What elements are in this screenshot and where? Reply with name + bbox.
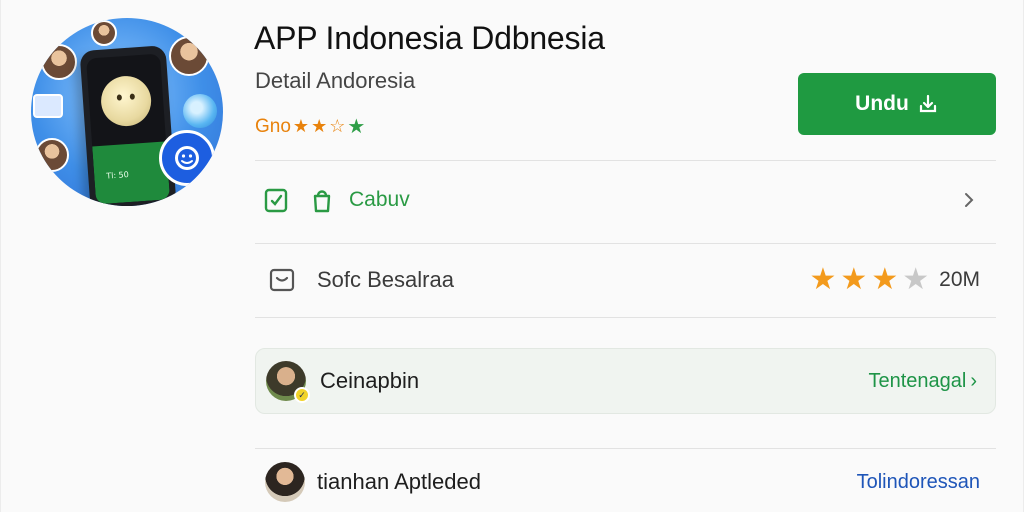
download-icon (919, 94, 936, 113)
rating-card-icon (269, 268, 295, 292)
star-icon: ★ (292, 116, 310, 136)
app-icon: Tl: 50 (31, 18, 223, 206)
collage-avatar (91, 20, 117, 46)
app-title: APP Indonesia Ddbnesia (254, 20, 605, 56)
app-size: 20M (939, 268, 980, 291)
rating-summary: Gno ★ ★ ☆ ★ (255, 114, 365, 139)
collage-avatar (35, 138, 69, 172)
globe-icon (183, 94, 217, 128)
related-row[interactable]: tianhan Aptleded Tolindoressan (255, 458, 996, 506)
divider (255, 448, 996, 449)
rating-text: Gno (255, 115, 291, 137)
app-detail-page: Tl: 50 APP Indonesia Ddbnesia Detail And… (0, 0, 1024, 512)
smiley-face-icon (99, 74, 153, 128)
chevron-right-icon (965, 193, 974, 207)
star-icon: ★ (840, 263, 868, 296)
collage-avatar (169, 36, 209, 76)
category-row[interactable]: Cabuv (255, 172, 996, 228)
related-name: tianhan Aptleded (317, 469, 481, 494)
avatar (265, 462, 305, 502)
category-label: Cabuv (349, 188, 410, 211)
tablet-icon (264, 188, 288, 213)
verified-badge-icon: ✓ (294, 387, 310, 403)
star-rating: ★ ★ ★ ★ (810, 265, 930, 295)
star-icon: ★ (311, 116, 328, 136)
info-label: Sofc Besalraa (317, 267, 454, 292)
chat-bubble-icon (159, 130, 215, 186)
developer-link[interactable]: Tentenagal › (868, 370, 977, 393)
divider (255, 243, 996, 244)
related-link[interactable]: Tolindoressan (857, 471, 980, 494)
star-outline-icon: ☆ (329, 116, 346, 136)
chat-card-icon (33, 94, 63, 118)
info-row: Sofc Besalraa ★ ★ ★ ★ 20M (255, 252, 996, 308)
divider (255, 160, 996, 161)
developer-name: Ceinapbin (320, 368, 420, 393)
avatar: ✓ (266, 361, 310, 403)
app-subtitle: Detail Andoresia (255, 68, 416, 93)
arrow-right-icon: › (970, 369, 977, 392)
install-button[interactable]: Undu (798, 73, 996, 135)
shopping-bag-icon (313, 190, 331, 213)
green-star-icon: ★ (347, 116, 366, 138)
star-icon: ★ (809, 263, 837, 296)
star-icon: ★ (871, 263, 899, 296)
divider (255, 317, 996, 318)
star-empty-icon: ★ (902, 263, 930, 296)
install-button-label: Undu (855, 92, 909, 115)
phone-panel-text: Tl: 50 (105, 170, 130, 181)
collage-avatar (41, 44, 77, 80)
developer-card[interactable]: ✓ Ceinapbin Tentenagal › (255, 348, 996, 414)
developer-link-label: Tentenagal (868, 369, 967, 392)
phone-illustration: Tl: 50 (79, 45, 177, 206)
